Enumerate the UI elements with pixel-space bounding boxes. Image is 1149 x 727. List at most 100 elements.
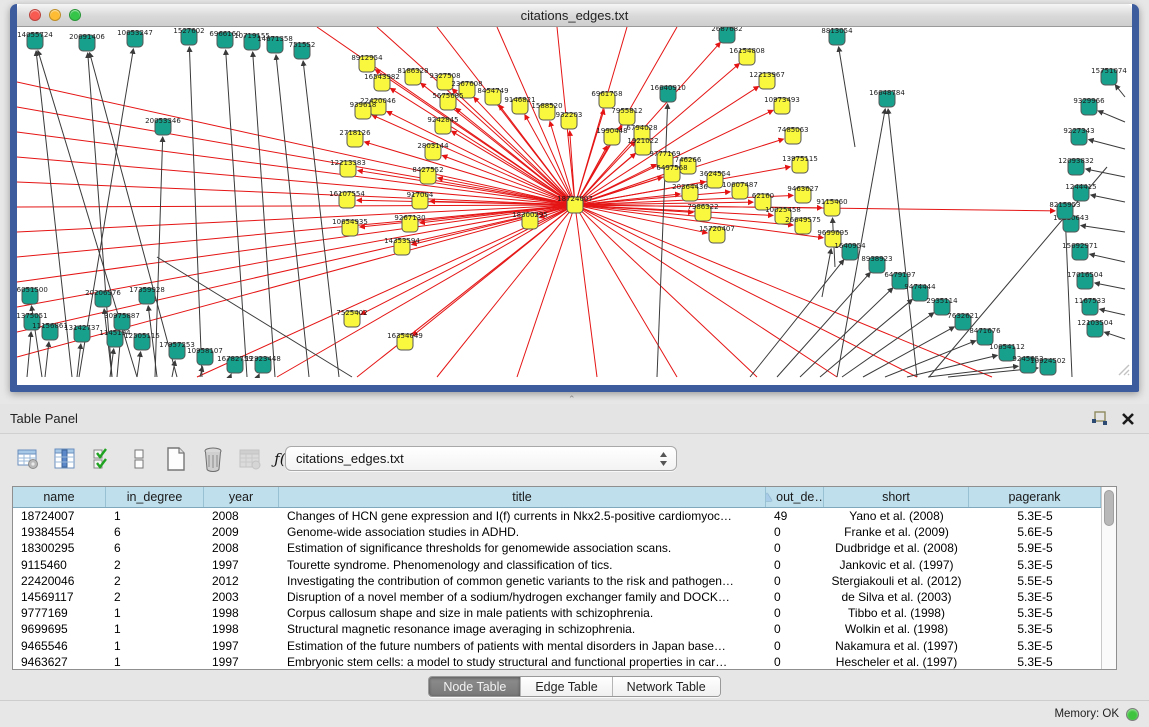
graph-node[interactable]: 26051500 [17, 286, 48, 304]
cell-outde: 0 [766, 589, 824, 605]
graph-node[interactable]: 2803144 [417, 142, 449, 160]
graph-node[interactable]: 7525402 [336, 309, 367, 327]
table-row[interactable]: 911546021997Tourette syndrome. Phenomeno… [13, 557, 1101, 573]
graph-node[interactable]: 17359928 [129, 286, 165, 304]
table-scrollbar[interactable] [1101, 487, 1116, 669]
graph-node[interactable]: 12093832 [1058, 157, 1094, 175]
column-header-short[interactable]: short [824, 487, 969, 507]
graph-node[interactable]: 2718126 [339, 129, 371, 147]
table-row[interactable]: 1830029562008Estimation of significance … [13, 540, 1101, 556]
tab-node-table[interactable]: Node Table [429, 677, 520, 696]
graph-node[interactable]: 30975887 [104, 312, 140, 330]
graph-node[interactable]: 7955812 [611, 107, 642, 125]
graph-node[interactable]: 7485063 [777, 126, 808, 144]
graph-node[interactable]: 9242845 [427, 116, 458, 134]
graph-node[interactable]: 1167533 [1074, 297, 1105, 315]
graph-node[interactable]: 1244415 [1065, 183, 1096, 201]
graph-node[interactable]: 20364436 [672, 183, 708, 201]
tab-edge-table[interactable]: Edge Table [520, 677, 611, 696]
table-mode-button[interactable] [14, 445, 42, 473]
column-header-indegree[interactable]: in_degree [106, 487, 204, 507]
graph-node[interactable]: 1990448 [596, 127, 627, 145]
zoom-window-button[interactable] [69, 9, 81, 21]
graph-node[interactable]: 9329966 [1073, 97, 1105, 115]
graph-node[interactable]: 20691406 [69, 33, 105, 51]
graph-node[interactable]: 751552 [289, 41, 316, 59]
graph-node[interactable]: 13142737 [64, 324, 100, 342]
column-header-year[interactable]: year [204, 487, 279, 507]
tab-network-table[interactable]: Network Table [612, 677, 720, 696]
graph-node[interactable]: 14671358 [257, 35, 293, 53]
graph-node[interactable]: 16640910 [650, 84, 686, 102]
graph-node[interactable]: 15751074 [1091, 67, 1127, 85]
table-row[interactable]: 969969511998Structural magnetic resonanc… [13, 621, 1101, 637]
new-table-button[interactable] [162, 445, 190, 473]
delete-column-button[interactable] [236, 445, 264, 473]
network-canvas[interactable]: 1872400789129541654398281863289327508236… [17, 27, 1132, 378]
graph-node[interactable]: 10973493 [764, 96, 800, 114]
table-row[interactable]: 2242004622012Investigating the contribut… [13, 573, 1101, 589]
graph-node[interactable]: 16354049 [387, 332, 423, 350]
graph-node[interactable]: 9227343 [1063, 127, 1094, 145]
graph-node[interactable]: 12923448 [245, 355, 281, 373]
unselect-all-button[interactable] [125, 445, 153, 473]
float-panel-icon[interactable] [1091, 411, 1109, 427]
graph-node[interactable]: 14353594 [384, 237, 420, 255]
table-row[interactable]: 1872400712008Changes of HCN gene express… [13, 508, 1101, 524]
graph-node[interactable]: 12103504 [1077, 319, 1113, 337]
show-columns-button[interactable] [51, 445, 79, 473]
dropdown-arrows-icon [659, 451, 668, 467]
graph-node[interactable]: 1527602 [173, 27, 204, 45]
graph-node-label: 9227343 [1063, 127, 1094, 135]
graph-node[interactable]: 12505115 [124, 332, 160, 350]
table-row[interactable]: 1938455462009Genome-wide association stu… [13, 524, 1101, 540]
close-panel-icon[interactable] [1121, 412, 1135, 426]
graph-node[interactable]: 9115460 [816, 198, 847, 216]
graph-node[interactable]: 12213383 [330, 159, 366, 177]
graph-node-label: 15751074 [1091, 67, 1127, 75]
graph-node[interactable]: 16648784 [869, 89, 905, 107]
cell-short: Nakamura et al. (1997) [824, 638, 969, 654]
graph-node[interactable]: 16543982 [364, 73, 400, 91]
column-header-name[interactable]: name [13, 487, 106, 507]
table-row[interactable]: 977716911998Corpus callosum shape and si… [13, 605, 1101, 621]
graph-node[interactable]: 12213967 [749, 71, 785, 89]
graph-node[interactable]: 917004 [407, 191, 434, 209]
table-row[interactable]: 946362711997Embryonic stem cells: a mode… [13, 654, 1101, 670]
graph-node[interactable]: 8813054 [821, 27, 853, 45]
graph-node[interactable]: 16154808 [729, 47, 765, 65]
select-all-button[interactable] [88, 445, 116, 473]
table-row[interactable]: 946554611997Estimation of the future num… [13, 638, 1101, 654]
table-row[interactable]: 1456911722003Disruption of a novel membe… [13, 589, 1101, 605]
graph-node[interactable]: 17016504 [1067, 271, 1103, 289]
graph-node[interactable]: 11156861 [32, 322, 68, 340]
graph-node[interactable]: 9463627 [787, 185, 818, 203]
window-titlebar[interactable]: citations_edges.txt [17, 4, 1132, 27]
column-header-outde[interactable]: out_de… [766, 487, 824, 507]
graph-node[interactable]: 932203 [556, 111, 583, 129]
graph-node[interactable]: 2687682 [711, 27, 742, 43]
citation-edge-black [842, 313, 934, 377]
cell-title: Disruption of a novel member of a sodium… [279, 589, 766, 605]
panel-splitter[interactable]: ⌃ [0, 392, 1149, 404]
graph-node[interactable]: 8186328 [397, 67, 428, 85]
delete-table-button[interactable] [199, 445, 227, 473]
table-select-dropdown[interactable]: citations_edges.txt [285, 446, 677, 471]
column-header-title[interactable]: title [279, 487, 766, 507]
resize-grip-icon[interactable] [1116, 362, 1130, 376]
graph-node-label: 10924502 [1030, 357, 1066, 365]
column-header-pagerank[interactable]: pagerank [969, 487, 1101, 507]
minimize-window-button[interactable] [49, 9, 61, 21]
graph-node-label: 1921022 [627, 137, 658, 145]
close-window-button[interactable] [29, 9, 41, 21]
graph-node-label: 9329966 [1073, 97, 1105, 105]
graph-node[interactable]: 6961758 [591, 90, 622, 108]
graph-node[interactable]: 20053346 [145, 117, 181, 135]
graph-node[interactable]: 15692971 [1062, 242, 1098, 260]
cell-name: 9463627 [13, 654, 106, 670]
graph-node[interactable]: 15720407 [699, 225, 735, 243]
graph-node[interactable]: 14055724 [17, 31, 53, 49]
graph-node[interactable]: 13975115 [782, 155, 818, 173]
graph-node[interactable]: 10653247 [117, 29, 153, 47]
scrollbar-thumb[interactable] [1104, 490, 1114, 526]
